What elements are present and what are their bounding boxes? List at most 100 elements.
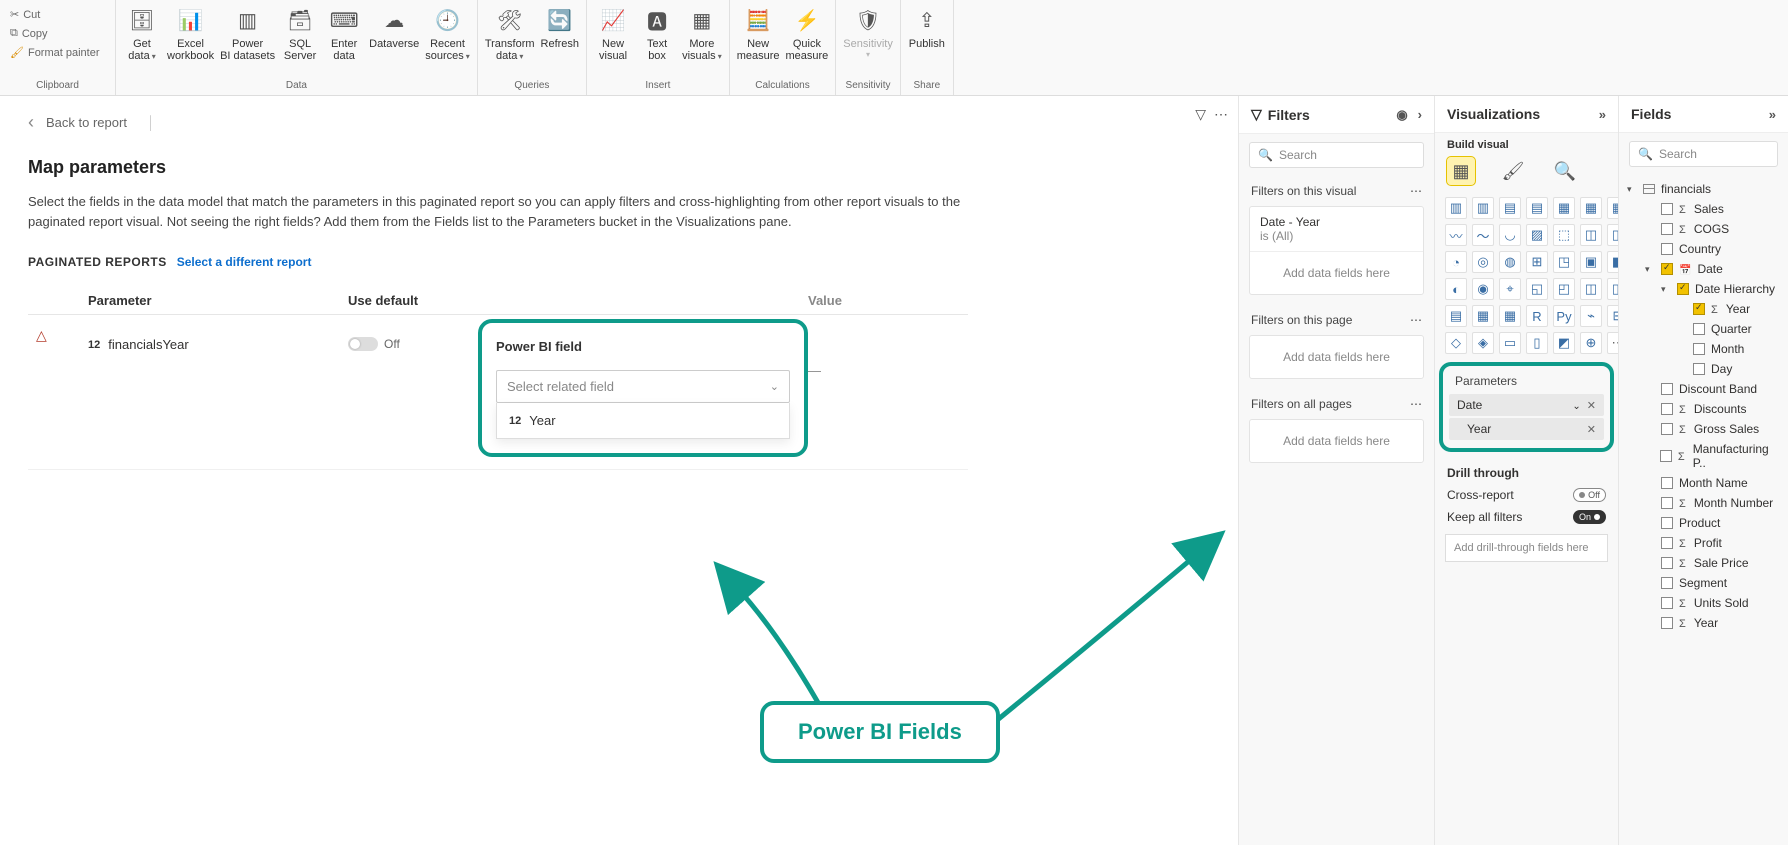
parameter-item-date[interactable]: Date ⌄✕ — [1449, 394, 1604, 416]
viz-type-35[interactable]: ◇ — [1445, 332, 1467, 354]
viz-type-19[interactable]: ▣ — [1580, 251, 1602, 273]
format-painter-button[interactable]: 🖌Format painter — [4, 44, 106, 61]
viz-type-39[interactable]: ◩ — [1553, 332, 1575, 354]
field-gross-sales[interactable]: Gross Sales — [1627, 419, 1780, 439]
collapse-icon[interactable]: › — [1418, 107, 1422, 123]
checkbox[interactable] — [1661, 223, 1673, 235]
analytics-tab[interactable]: 🔍 — [1551, 157, 1579, 185]
checkbox[interactable] — [1677, 283, 1689, 295]
remove-icon[interactable]: ✕ — [1587, 400, 1596, 412]
checkbox[interactable] — [1661, 557, 1673, 569]
checkbox[interactable] — [1661, 517, 1673, 529]
viz-type-5[interactable]: ▦ — [1580, 197, 1602, 219]
drill-through-dropzone[interactable]: Add drill-through fields here — [1445, 534, 1608, 562]
field-cogs[interactable]: COGS — [1627, 219, 1780, 239]
field-year[interactable]: Year — [1627, 299, 1780, 319]
checkbox[interactable] — [1661, 383, 1673, 395]
parameter-item-year[interactable]: Year ✕ — [1449, 418, 1604, 440]
viz-type-2[interactable]: ▤ — [1499, 197, 1521, 219]
checkbox[interactable] — [1661, 263, 1673, 275]
checkbox[interactable] — [1693, 343, 1705, 355]
viz-type-37[interactable]: ▭ — [1499, 332, 1521, 354]
viz-type-33[interactable]: ⌁ — [1580, 305, 1602, 327]
field-units-sold[interactable]: Units Sold — [1627, 593, 1780, 613]
viz-type-11[interactable]: ⬚ — [1553, 224, 1575, 246]
checkbox[interactable] — [1661, 577, 1673, 589]
viz-type-12[interactable]: ◫ — [1580, 224, 1602, 246]
checkbox[interactable] — [1693, 303, 1705, 315]
viz-type-3[interactable]: ▤ — [1526, 197, 1548, 219]
new-measure-button[interactable]: 🧮Newmeasure — [734, 2, 783, 64]
chevron-down-icon[interactable]: ⌄ — [1572, 401, 1580, 412]
new-visual-button[interactable]: 📈Newvisual — [591, 2, 635, 64]
field-discounts[interactable]: Discounts — [1627, 399, 1780, 419]
back-to-report[interactable]: Back to report │ — [28, 112, 1210, 133]
viz-type-25[interactable]: ◰ — [1553, 278, 1575, 300]
build-visual-tab[interactable]: ▦ — [1447, 157, 1475, 185]
viz-type-23[interactable]: ⌖ — [1499, 278, 1521, 300]
field-year[interactable]: Year — [1627, 613, 1780, 633]
viz-type-9[interactable]: ◡ — [1499, 224, 1521, 246]
checkbox[interactable] — [1661, 617, 1673, 629]
viz-type-29[interactable]: ▦ — [1472, 305, 1494, 327]
filters-visual-dropzone[interactable]: Add data fields here — [1250, 252, 1423, 294]
viz-type-22[interactable]: ◉ — [1472, 278, 1494, 300]
viz-type-18[interactable]: ◳ — [1553, 251, 1575, 273]
viz-type-30[interactable]: ▦ — [1499, 305, 1521, 327]
viz-type-1[interactable]: ▥ — [1472, 197, 1494, 219]
checkbox[interactable] — [1661, 597, 1673, 609]
more-icon[interactable]: ⋯ — [1214, 106, 1228, 123]
viz-type-21[interactable]: ◐ — [1445, 278, 1467, 300]
checkbox[interactable] — [1661, 243, 1673, 255]
viz-type-26[interactable]: ◫ — [1580, 278, 1602, 300]
more-icon[interactable]: ⋯ — [1410, 397, 1422, 411]
checkbox[interactable] — [1661, 203, 1673, 215]
cut-button[interactable]: ✂Cut — [4, 6, 106, 23]
viz-type-16[interactable]: ◍ — [1499, 251, 1521, 273]
field-sales[interactable]: Sales — [1627, 199, 1780, 219]
dropdown-option-year[interactable]: 12 Year — [497, 403, 789, 438]
viz-type-40[interactable]: ⊕ — [1580, 332, 1602, 354]
checkbox[interactable] — [1661, 537, 1673, 549]
viz-type-32[interactable]: Py — [1553, 305, 1575, 327]
use-default-toggle[interactable]: Off — [348, 337, 400, 351]
field-quarter[interactable]: Quarter — [1627, 319, 1780, 339]
viz-type-7[interactable]: 〰 — [1445, 224, 1467, 246]
field-profit[interactable]: Profit — [1627, 533, 1780, 553]
viz-type-10[interactable]: ▨ — [1526, 224, 1548, 246]
publish-button[interactable]: ⇪ Publish — [905, 2, 949, 52]
viz-type-4[interactable]: ▦ — [1553, 197, 1575, 219]
collapse-icon[interactable]: » — [1599, 107, 1606, 122]
field-country[interactable]: Country — [1627, 239, 1780, 259]
viz-type-15[interactable]: ◎ — [1472, 251, 1494, 273]
refresh-button[interactable]: 🔄Refresh — [538, 2, 583, 52]
field-manufacturing-p-[interactable]: Manufacturing P.. — [1627, 439, 1780, 473]
keep-all-filters-toggle[interactable]: On — [1573, 510, 1606, 524]
viz-type-36[interactable]: ◈ — [1472, 332, 1494, 354]
field-segment[interactable]: Segment — [1627, 573, 1780, 593]
field-sale-price[interactable]: Sale Price — [1627, 553, 1780, 573]
field-month[interactable]: Month — [1627, 339, 1780, 359]
more-visuals-button[interactable]: ▦Morevisuals — [679, 2, 725, 64]
checkbox[interactable] — [1693, 363, 1705, 375]
get-data-button[interactable]: 🗄Getdata — [120, 2, 164, 64]
checkbox[interactable] — [1661, 477, 1673, 489]
select-different-report-link[interactable]: Select a different report — [177, 255, 312, 269]
power-bi-datasets-button[interactable]: ▥PowerBI datasets — [217, 2, 278, 64]
eye-icon[interactable]: ◉ — [1396, 107, 1407, 123]
viz-type-14[interactable]: ◔ — [1445, 251, 1467, 273]
copy-button[interactable]: ⧉Copy — [4, 25, 106, 42]
related-field-dropdown[interactable]: Select related field ⌄ — [496, 370, 790, 403]
field-product[interactable]: Product — [1627, 513, 1780, 533]
quick-measure-button[interactable]: ⚡Quickmeasure — [783, 2, 832, 64]
cross-report-toggle[interactable]: Off — [1573, 488, 1606, 502]
fields-search[interactable]: 🔍 Search — [1629, 141, 1778, 167]
field-financials[interactable]: ▾financials — [1627, 179, 1780, 199]
field-date[interactable]: ▾Date — [1627, 259, 1780, 279]
recent-sources-button[interactable]: 🕘Recentsources — [422, 2, 473, 64]
text-box-button[interactable]: 🅰Textbox — [635, 2, 679, 64]
filters-all-dropzone[interactable]: Add data fields here — [1250, 420, 1423, 462]
filter-card-date-year[interactable]: Date - Year is (All) — [1250, 207, 1423, 252]
filters-page-dropzone[interactable]: Add data fields here — [1250, 336, 1423, 378]
remove-icon[interactable]: ✕ — [1587, 423, 1596, 436]
